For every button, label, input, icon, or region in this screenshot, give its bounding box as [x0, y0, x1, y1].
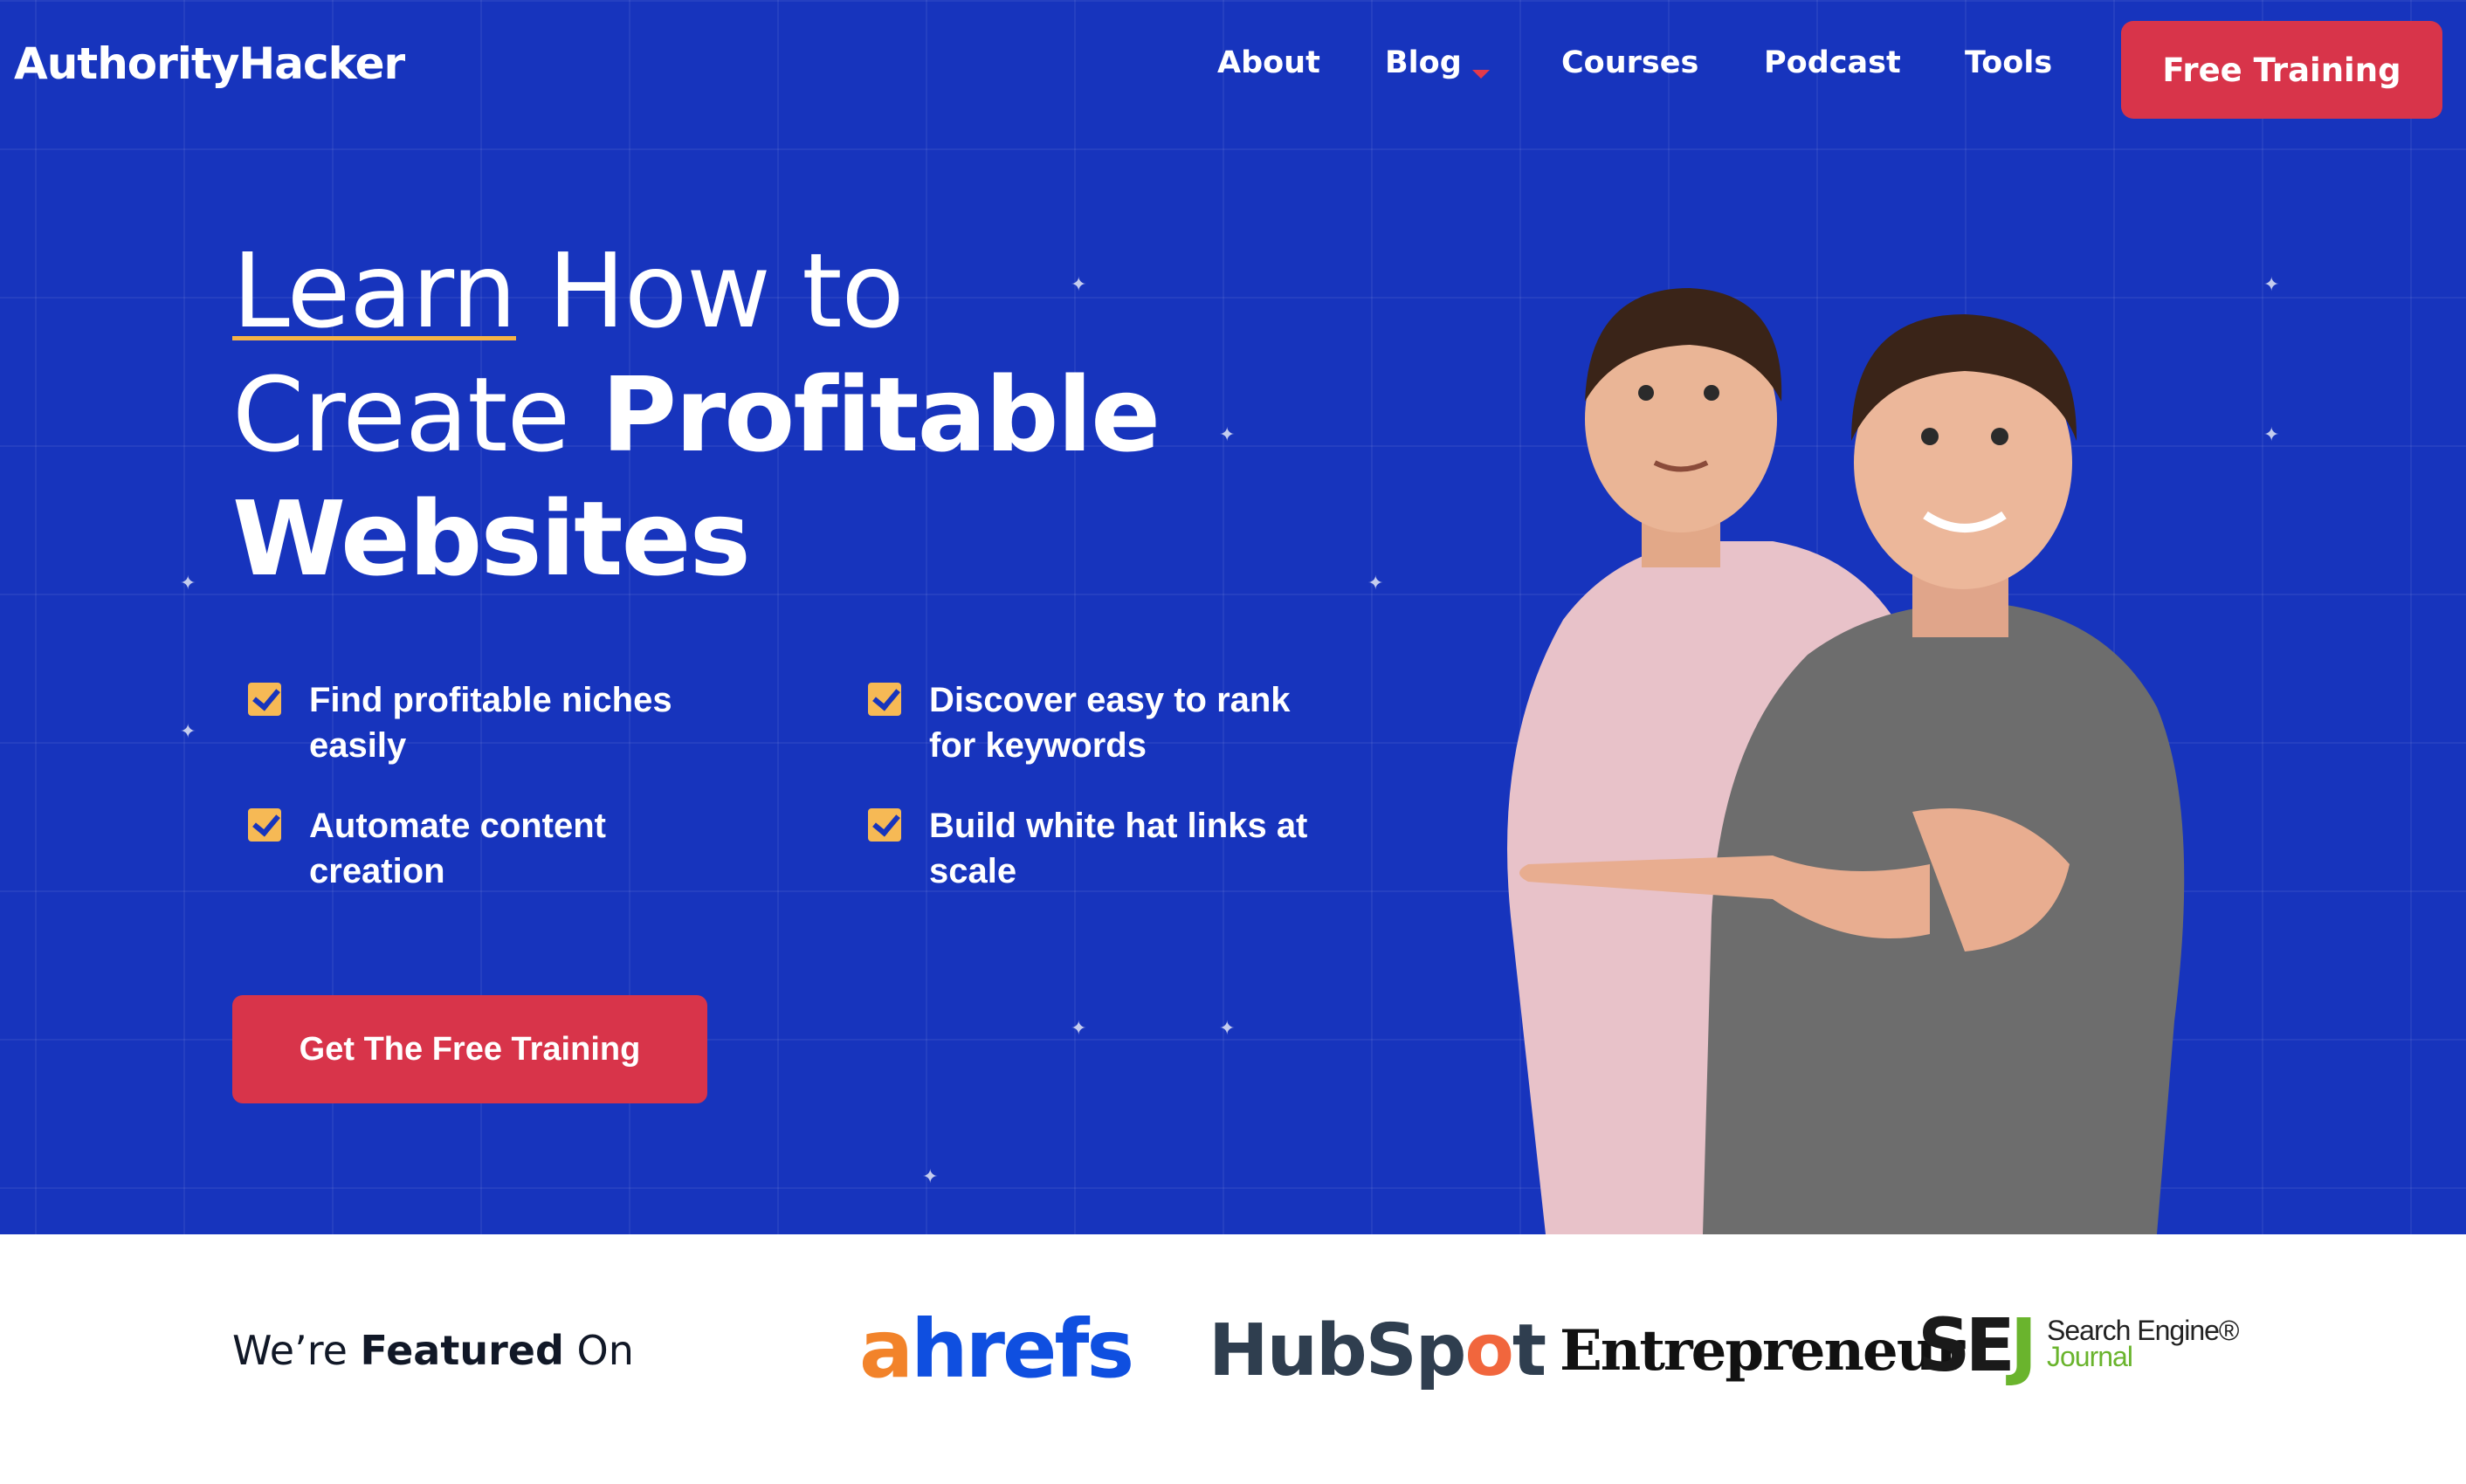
feature-text: Automate content creation [309, 807, 606, 890]
search-engine-journal-logo: SEJ Search Engine® Journal [1918, 1302, 2239, 1390]
get-free-training-button[interactable]: Get The Free Training [232, 995, 707, 1103]
featured-label-pre: We’re [232, 1327, 361, 1374]
featured-label: We’re Featured On [232, 1327, 634, 1374]
sparkle-decoration: ✦ [922, 1166, 939, 1188]
checkbox-check-icon [868, 683, 901, 716]
hero-headline: Learn How to Create Profitable Websites [232, 229, 1161, 601]
ahrefs-logo-rest: hrefs [911, 1302, 1134, 1396]
hero-photo [1507, 288, 2185, 1234]
sej-letters: SEJ [1918, 1302, 2037, 1388]
checkbox-check-icon [248, 808, 281, 842]
featured-on-section: We’re Featured On ahrefs HubSpot Entrepr… [0, 1234, 2466, 1484]
ahrefs-logo: ahrefs [859, 1302, 1134, 1396]
nav-item-blog[interactable]: Blog [1385, 45, 1462, 80]
sej-letters-se: SE [1918, 1302, 2015, 1388]
nav-item-about[interactable]: About [1217, 45, 1320, 80]
headline-line-1: Learn How to [232, 229, 1159, 353]
ahrefs-logo-a: a [859, 1302, 913, 1396]
headline-line-2-bold: Profitable [601, 354, 1161, 475]
sparkle-decoration: ✦ [1219, 1018, 1236, 1040]
free-training-button[interactable]: Free Training [2121, 21, 2442, 119]
sparkle-decoration: ✦ [1367, 573, 1384, 594]
feature-text: Build white hat links at scale [929, 807, 1308, 890]
sparkle-decoration: ✦ [180, 573, 196, 594]
feature-text: Find profitable niches easily [309, 681, 672, 765]
checkbox-check-icon [248, 683, 281, 716]
checkbox-check-icon [868, 808, 901, 842]
nav-item-tools[interactable]: Tools [1965, 45, 2052, 80]
featured-label-bold: Featured [360, 1327, 564, 1374]
entrepreneur-logo: Entrepreneur [1560, 1318, 1965, 1384]
headline-line-2-light: Create [232, 354, 602, 475]
nav-item-courses[interactable]: Courses [1561, 45, 1698, 80]
sparkle-decoration: ✦ [1071, 1018, 1087, 1040]
sparkle-decoration: ✦ [2263, 424, 2280, 446]
hubspot-logo-o: o [1464, 1309, 1513, 1392]
headline-line-1-rest: How to [515, 230, 904, 351]
sparkle-decoration: ✦ [180, 721, 196, 743]
headline-underlined-word: Learn [232, 230, 517, 351]
sej-line-2: Journal [2047, 1341, 2133, 1372]
headline-line-3: Websites [232, 478, 751, 599]
sparkle-decoration: ✦ [2263, 274, 2280, 296]
hubspot-logo-pre: HubSp [1209, 1309, 1466, 1392]
sparkle-decoration: ✦ [1219, 424, 1236, 446]
caret-down-icon[interactable] [1472, 70, 1490, 79]
hubspot-logo-post: t [1512, 1309, 1546, 1392]
hubspot-logo: HubSpot [1209, 1309, 1546, 1392]
featured-label-post: On [563, 1327, 634, 1374]
headline-line-2: Create Profitable [232, 353, 1161, 477]
feature-text: Discover easy to rank for keywords [929, 681, 1291, 765]
nav-item-podcast[interactable]: Podcast [1764, 45, 1901, 80]
main-nav: About Blog Courses Podcast Tools Free Tr… [0, 0, 2466, 140]
hero-section: ✦ ✦ ✦ ✦ ✦ ✦ ✦ ✦ ✦ ✦ AuthorityHacker Abou… [0, 0, 2466, 1234]
sej-letters-j: J [2009, 1302, 2037, 1388]
